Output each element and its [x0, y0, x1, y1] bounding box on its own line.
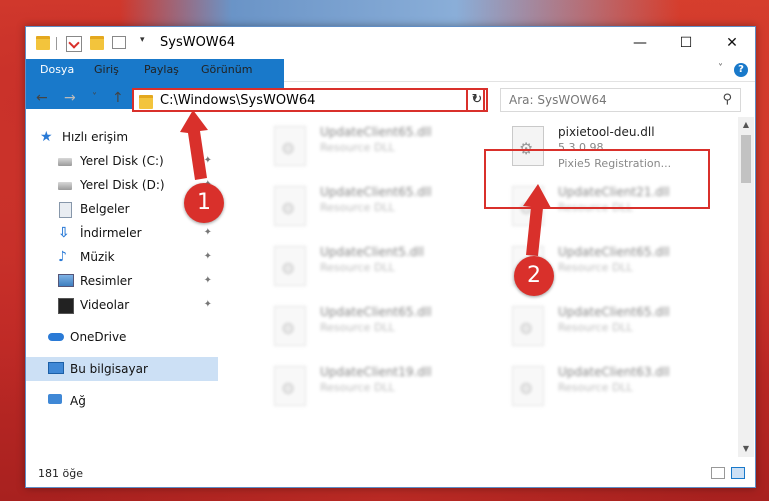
step-marker-2: 2: [514, 256, 554, 296]
step-marker-1: 1: [184, 183, 224, 223]
annotation-arrows: [180, 110, 551, 256]
arrow-1: [180, 110, 208, 180]
arrow-2: [523, 184, 551, 256]
